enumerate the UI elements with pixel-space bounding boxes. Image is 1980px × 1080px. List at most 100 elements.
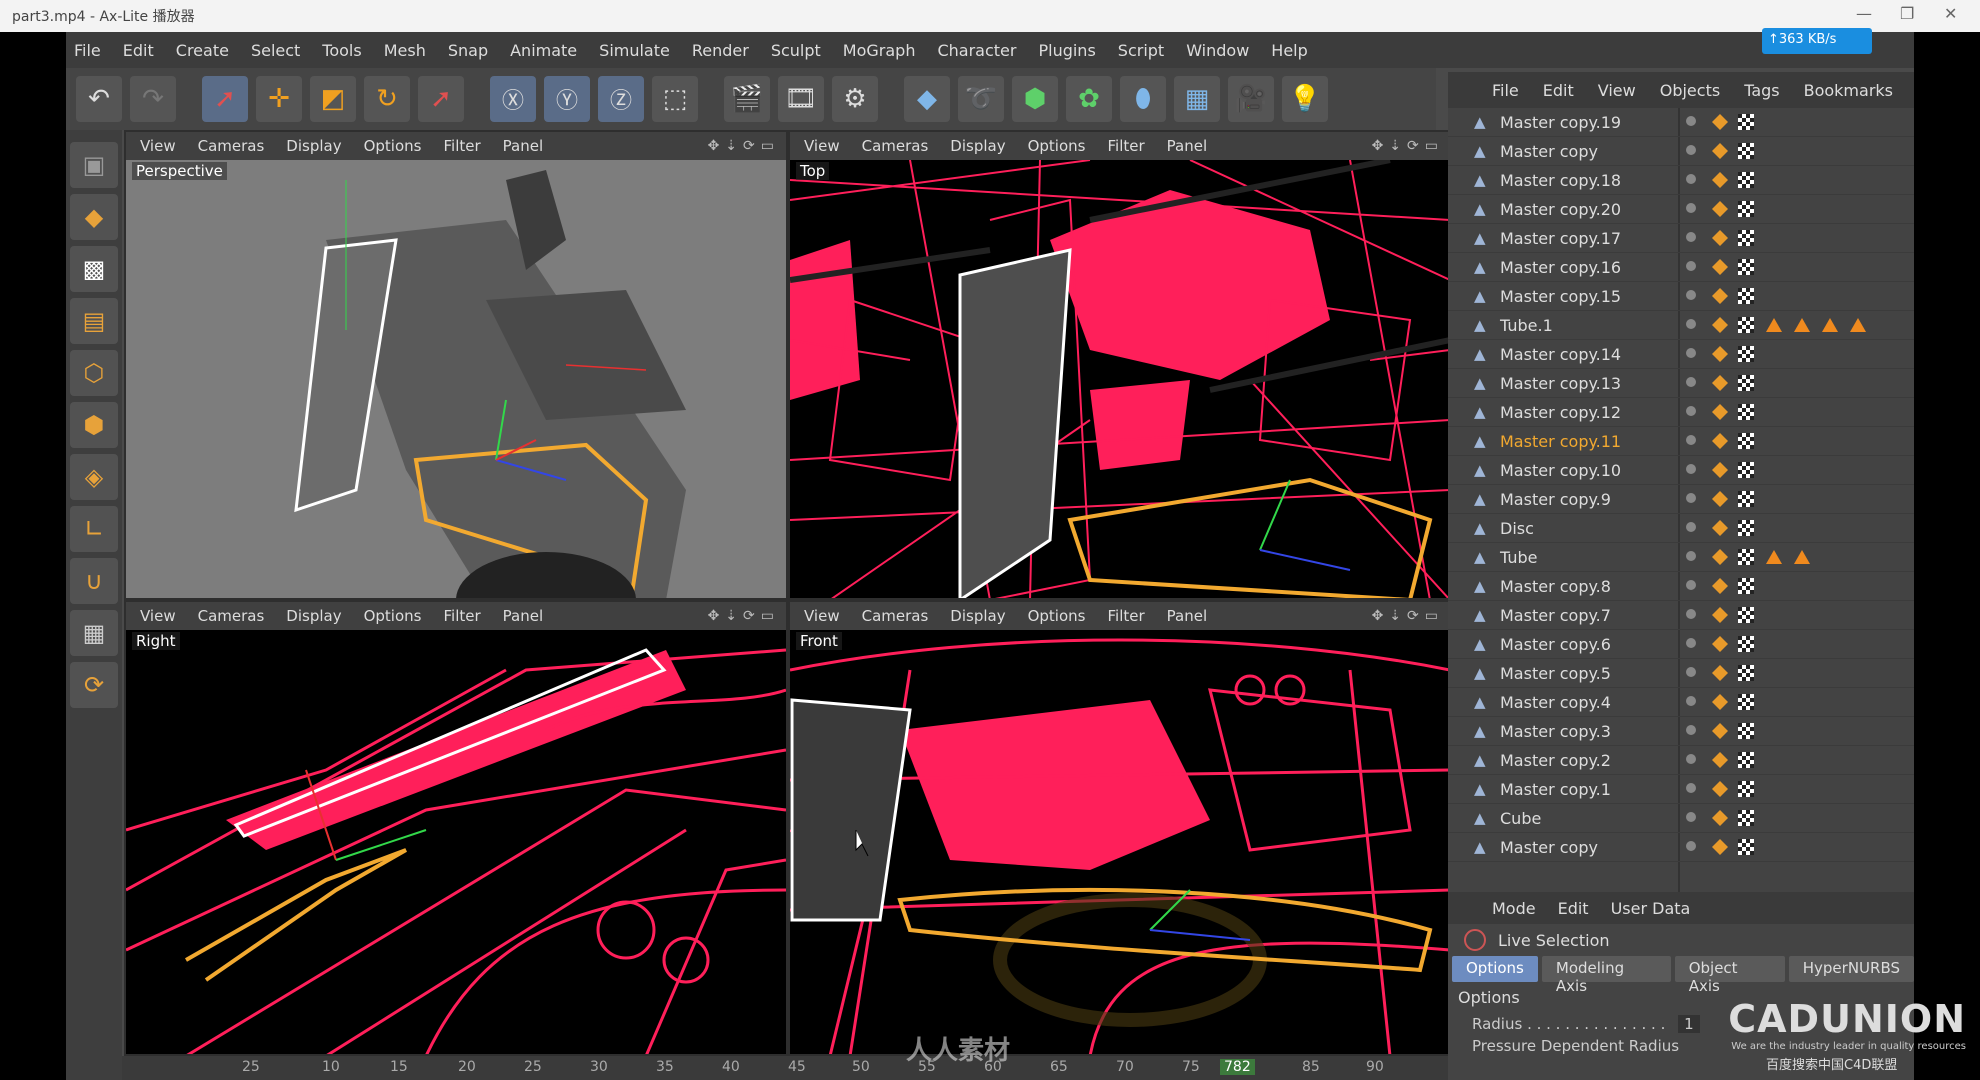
texture-tag-icon[interactable]: [1738, 578, 1754, 594]
texture-tag-icon[interactable]: [1738, 839, 1754, 855]
vp-menu-cameras[interactable]: Cameras: [198, 137, 265, 155]
recent-tool-icon[interactable]: ➚: [418, 76, 464, 122]
object-row[interactable]: ▲ Master copy.2: [1448, 746, 1914, 775]
texture-tag-icon[interactable]: [1738, 607, 1754, 623]
visibility-icon[interactable]: [1686, 435, 1696, 445]
make-editable-icon[interactable]: ▣: [70, 142, 118, 188]
warning-tag-icon[interactable]: [1794, 318, 1810, 332]
model-mode-icon[interactable]: ◆: [70, 194, 118, 240]
render-picture-viewer-icon[interactable]: 🎞: [778, 76, 824, 122]
phong-tag-icon[interactable]: [1712, 839, 1728, 855]
texture-tag-icon[interactable]: [1738, 491, 1754, 507]
warning-tag-icon[interactable]: [1766, 550, 1782, 564]
lock-workplane-icon[interactable]: ▦: [70, 610, 118, 656]
workplane-icon[interactable]: ▤: [70, 298, 118, 344]
render-settings-icon[interactable]: ⚙: [832, 76, 878, 122]
viewport-front[interactable]: View Cameras Display Options Filter Pane…: [788, 600, 1452, 1056]
x-axis-icon[interactable]: Ⓧ: [490, 76, 536, 122]
menu-sculpt[interactable]: Sculpt: [771, 41, 821, 60]
object-name[interactable]: Master copy.13: [1500, 374, 1621, 393]
menu-animate[interactable]: Animate: [510, 41, 577, 60]
visibility-icon[interactable]: [1686, 754, 1696, 764]
vp-menu-filter[interactable]: Filter: [1107, 137, 1144, 155]
visibility-icon[interactable]: [1686, 261, 1696, 271]
tab-modeling-axis[interactable]: Modeling Axis: [1541, 956, 1671, 995]
texture-tag-icon[interactable]: [1738, 114, 1754, 130]
visibility-icon[interactable]: [1686, 406, 1696, 416]
phong-tag-icon[interactable]: [1712, 520, 1728, 536]
undo-icon[interactable]: ↶: [76, 76, 122, 122]
texture-tag-icon[interactable]: [1738, 549, 1754, 565]
live-selection-icon[interactable]: ➚: [202, 76, 248, 122]
phong-tag-icon[interactable]: [1712, 259, 1728, 275]
object-row[interactable]: ▲ Master copy.9: [1448, 485, 1914, 514]
object-row[interactable]: ▲ Master copy.18: [1448, 166, 1914, 195]
object-name[interactable]: Master copy.3: [1500, 722, 1611, 741]
rotate-icon[interactable]: ↻: [364, 76, 410, 122]
menu-edit[interactable]: Edit: [123, 41, 154, 60]
menu-script[interactable]: Script: [1118, 41, 1164, 60]
phong-tag-icon[interactable]: [1712, 433, 1728, 449]
snap-icon[interactable]: ∪: [70, 558, 118, 604]
texture-tag-icon[interactable]: [1738, 346, 1754, 362]
vp-menu-cameras[interactable]: Cameras: [198, 607, 265, 625]
vp-menu-view[interactable]: View: [140, 607, 176, 625]
obj-menu-tags[interactable]: Tags: [1744, 81, 1779, 100]
z-axis-icon[interactable]: Ⓩ: [598, 76, 644, 122]
warning-tag-icon[interactable]: [1850, 318, 1866, 332]
vp-menu-view[interactable]: View: [140, 137, 176, 155]
visibility-icon[interactable]: [1686, 348, 1696, 358]
timeline-ruler[interactable]: 25 10 15 20 25 30 35 40 45 50 55 60 65 7…: [122, 1056, 1448, 1080]
object-row[interactable]: ▲ Master copy.20: [1448, 195, 1914, 224]
object-name[interactable]: Cube: [1500, 809, 1610, 828]
floor-icon[interactable]: ▦: [1174, 76, 1220, 122]
menu-file[interactable]: File: [74, 41, 101, 60]
render-view-icon[interactable]: 🎬: [724, 76, 770, 122]
texture-tag-icon[interactable]: [1738, 752, 1754, 768]
vp-menu-filter[interactable]: Filter: [1107, 607, 1144, 625]
phong-tag-icon[interactable]: [1712, 462, 1728, 478]
visibility-icon[interactable]: [1686, 377, 1696, 387]
menu-mograph[interactable]: MoGraph: [843, 41, 916, 60]
object-name[interactable]: Master copy.9: [1500, 490, 1611, 509]
menu-plugins[interactable]: Plugins: [1038, 41, 1095, 60]
vp-menu-cameras[interactable]: Cameras: [862, 137, 929, 155]
object-name[interactable]: Master copy.7: [1500, 606, 1611, 625]
texture-tag-icon[interactable]: [1738, 375, 1754, 391]
visibility-icon[interactable]: [1686, 203, 1696, 213]
menu-select[interactable]: Select: [251, 41, 300, 60]
texture-tag-icon[interactable]: [1738, 636, 1754, 652]
menu-simulate[interactable]: Simulate: [599, 41, 670, 60]
vp-menu-options[interactable]: Options: [364, 607, 422, 625]
light-icon[interactable]: 💡: [1282, 76, 1328, 122]
phong-tag-icon[interactable]: [1712, 752, 1728, 768]
vp-menu-panel[interactable]: Panel: [1167, 607, 1207, 625]
texture-tag-icon[interactable]: [1738, 810, 1754, 826]
object-row[interactable]: ▲ Master copy.12: [1448, 398, 1914, 427]
object-name[interactable]: Master copy.2: [1500, 751, 1611, 770]
phong-tag-icon[interactable]: [1712, 201, 1728, 217]
object-row[interactable]: ▲ Master copy.10: [1448, 456, 1914, 485]
menu-tools[interactable]: Tools: [322, 41, 361, 60]
object-row[interactable]: ▲ Master copy.3: [1448, 717, 1914, 746]
object-row[interactable]: ▲ Cube: [1448, 804, 1914, 833]
phong-tag-icon[interactable]: [1712, 491, 1728, 507]
object-row[interactable]: ▲ Master copy.16: [1448, 253, 1914, 282]
object-name[interactable]: Master copy.12: [1500, 403, 1621, 422]
object-row[interactable]: ▲ Tube.1: [1448, 311, 1914, 340]
coordinate-system-icon[interactable]: ⬚: [652, 76, 698, 122]
phong-tag-icon[interactable]: [1712, 810, 1728, 826]
visibility-icon[interactable]: [1686, 667, 1696, 677]
attr-menu-user-data[interactable]: User Data: [1611, 899, 1691, 918]
points-mode-icon[interactable]: ⬡: [70, 350, 118, 396]
texture-tag-icon[interactable]: [1738, 172, 1754, 188]
obj-menu-edit[interactable]: Edit: [1543, 81, 1574, 100]
visibility-icon[interactable]: [1686, 290, 1696, 300]
vp-menu-panel[interactable]: Panel: [503, 137, 543, 155]
phong-tag-icon[interactable]: [1712, 230, 1728, 246]
object-row[interactable]: ▲ Master copy.8: [1448, 572, 1914, 601]
visibility-icon[interactable]: [1686, 580, 1696, 590]
object-name[interactable]: Master copy: [1500, 142, 1610, 161]
generator-icon[interactable]: ⬢: [1012, 76, 1058, 122]
phong-tag-icon[interactable]: [1712, 288, 1728, 304]
